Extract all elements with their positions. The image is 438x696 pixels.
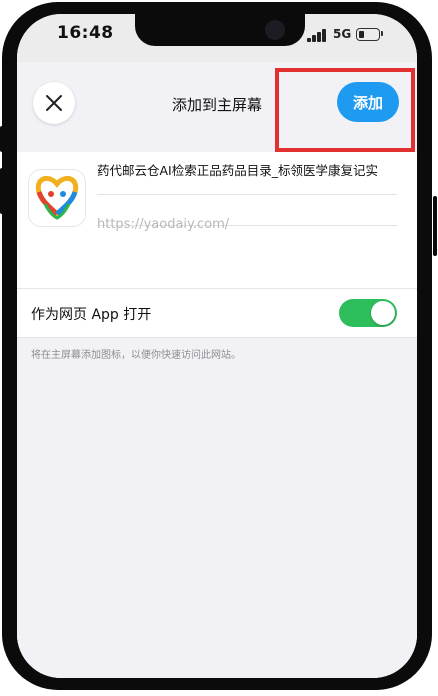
app-logo-icon — [35, 175, 79, 220]
open-as-web-app-row: 作为网页 App 打开 — [17, 288, 417, 338]
toggle-knob — [371, 301, 395, 325]
status-time: 16:48 — [57, 23, 114, 43]
battery-cap — [381, 31, 383, 36]
app-url-text: https://yaodaiy.com/ — [97, 216, 230, 232]
signal-icon — [307, 28, 331, 42]
empty-sheet-area — [17, 362, 417, 678]
url-field: https://yaodaiy.com/ — [97, 194, 397, 232]
app-preview-card: 药代邮云仓AI检索正品药品目录_标领医学康复记实 https://yaodaiy… — [17, 152, 417, 288]
camera-icon — [265, 20, 285, 40]
volume-up-button — [0, 168, 4, 214]
web-app-note: 将在主屏幕添加图标，以便你快速访问此网站。 — [31, 350, 241, 361]
network-type: 5G — [333, 27, 352, 41]
battery-icon — [356, 28, 380, 41]
mute-switch — [0, 126, 4, 152]
phone-screen: 16:48 5G 添加到主屏幕 添加 药代邮云仓AI检索正品药品目录_标领医学康… — [17, 14, 417, 678]
close-icon — [46, 95, 62, 111]
open-as-web-app-label: 作为网页 App 打开 — [31, 307, 152, 323]
sheet-nav-bar: 添加到主屏幕 添加 — [17, 62, 417, 152]
power-button — [433, 196, 437, 256]
app-icon — [29, 170, 85, 226]
status-bar: 16:48 5G — [17, 14, 417, 62]
app-name-field[interactable]: 药代邮云仓AI检索正品药品目录_标领医学康复记实 — [97, 162, 407, 180]
close-button[interactable] — [33, 82, 75, 124]
add-to-home-sheet: 添加到主屏幕 添加 药代邮云仓AI检索正品药品目录_标领医学康复记实 https… — [17, 62, 417, 678]
add-button[interactable]: 添加 — [337, 82, 399, 122]
open-as-web-app-toggle[interactable] — [339, 299, 397, 327]
